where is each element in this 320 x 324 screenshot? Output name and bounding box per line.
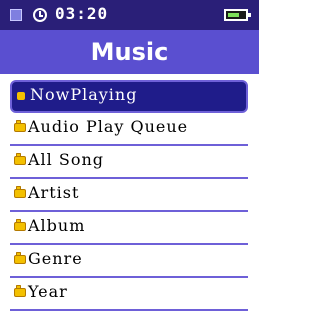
music-menu: NowPlaying Audio Play Queue All Song Art… [10, 80, 248, 311]
menu-item-label: NowPlaying [30, 85, 138, 104]
menu-item-label: All Song [28, 150, 105, 169]
battery-level-fill [228, 13, 239, 17]
menu-item-album[interactable]: Album [10, 212, 248, 245]
menu-item-all-song[interactable]: All Song [10, 146, 248, 179]
title-bar: Music [0, 30, 259, 74]
battery-icon [224, 9, 251, 21]
status-indicator-icon [10, 9, 22, 21]
status-bar: 03:20 [0, 0, 259, 30]
menu-item-label: Genre [28, 249, 83, 268]
menu-item-label: Artist [28, 183, 80, 202]
folder-icon [14, 285, 26, 297]
selected-dot-icon [17, 92, 25, 100]
menu-item-year[interactable]: Year [10, 278, 248, 311]
menu-item-audio-play-queue[interactable]: Audio Play Queue [10, 113, 248, 146]
menu-item-label: Audio Play Queue [28, 117, 189, 136]
menu-item-genre[interactable]: Genre [10, 245, 248, 278]
page-title: Music [90, 38, 169, 66]
folder-icon [14, 153, 26, 165]
menu-item-label: Year [28, 282, 68, 301]
folder-icon [14, 120, 26, 132]
folder-icon [14, 186, 26, 198]
folder-icon [14, 252, 26, 264]
menu-item-label: Album [28, 216, 86, 235]
media-player-screen: 03:20 Music NowPlaying Audio Play Queue … [0, 0, 259, 324]
clock-time: 03:20 [55, 4, 109, 23]
folder-icon [14, 219, 26, 231]
clock-icon [33, 8, 47, 22]
menu-item-artist[interactable]: Artist [10, 179, 248, 212]
menu-item-now-playing[interactable]: NowPlaying [10, 80, 248, 113]
